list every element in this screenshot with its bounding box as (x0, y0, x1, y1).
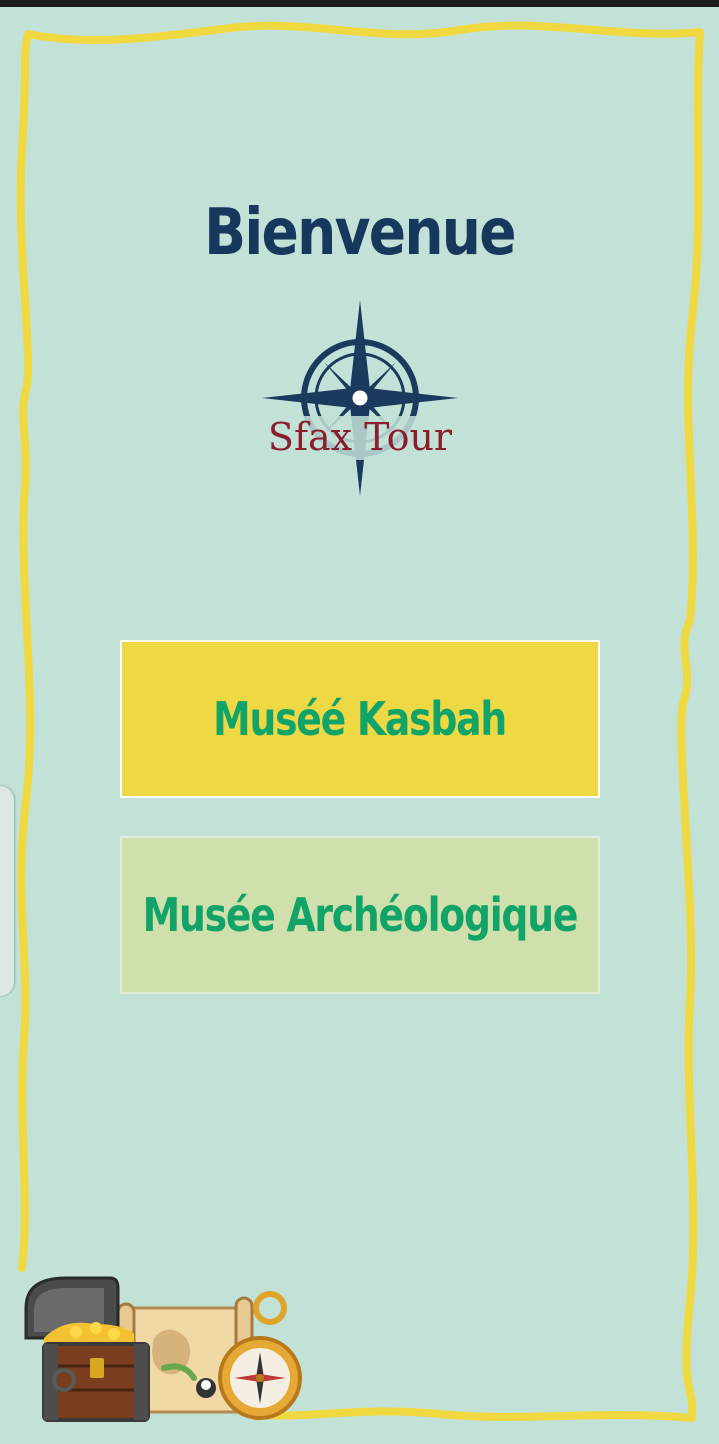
sfax-tour-logo: Sfax Tour (240, 298, 480, 498)
edge-panel-handle[interactable] (0, 786, 14, 996)
compass-rose-icon: Sfax Tour (260, 300, 460, 496)
treasure-chest-icon (24, 1276, 150, 1422)
page-title: Bienvenue (204, 196, 516, 270)
musee-archeologique-button[interactable]: Musée Archéologique (120, 836, 600, 994)
treasure-chest-map-compass-icon (14, 1268, 304, 1428)
musee-kasbah-label: Muséé Kasbah (213, 692, 508, 746)
musee-archeologique-label: Musée Archéologique (142, 888, 579, 942)
musee-kasbah-button[interactable]: Muséé Kasbah (120, 640, 600, 798)
logo-brand-text: Sfax Tour (268, 415, 453, 459)
